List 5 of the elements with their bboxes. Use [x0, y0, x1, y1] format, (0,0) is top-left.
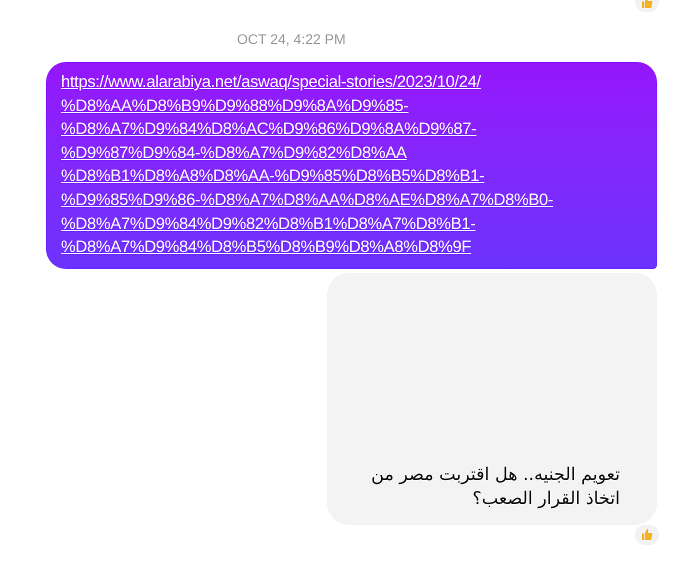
link[interactable]: https://www.alarabiya.net/aswaq/special-stories/2023/10/24/ %D8%AA%D8%B9%D9%88%D9%8A%D9%85- %D8%A7%D9%84%D8%AC%D9%86%D9%8A%D9%87- %D9%87%D9%84-%D8%A7%D9%82%D8%AA %D8%B1%D8%A8%D8%AA-%D9%85%D8%B5%D8%B1- %D9%85%D9%86-%D8%A7%D8%AA%D8%AE%D8%A7%D8%B0- %D8%A7%D9%84%D9%82%D8%B1%D8%A7%D8%B1- %D8%A7%D9%84%D8%B5%D8%B9%D8%A8%D8%9F: [61, 71, 649, 260]
link-preview-card[interactable]: تعويم الجنيه.. هل اقتربت مصر من اتخاذ القرار الصعب؟: [327, 272, 657, 525]
thumbs-up-icon: [641, 528, 653, 542]
timestamp: OCT 24, 4:22 PM: [237, 31, 346, 47]
preview-title: تعويم الجنيه.. هل اقتربت مصر من اتخاذ القرار الصعب؟: [370, 464, 620, 511]
